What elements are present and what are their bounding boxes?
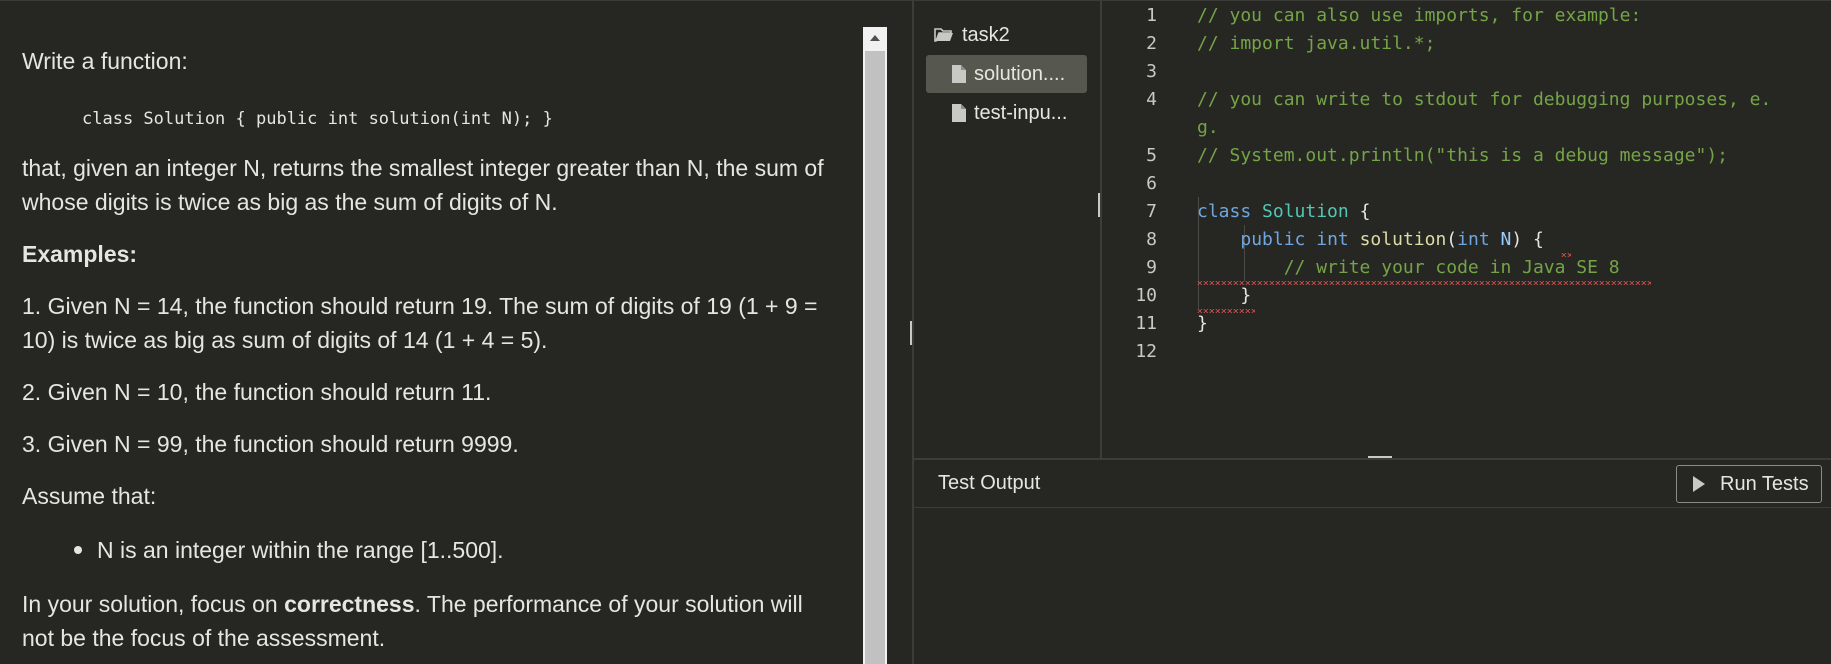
error-squiggle bbox=[1197, 281, 1651, 285]
bullet-point bbox=[74, 546, 82, 554]
assume-heading: Assume that: bbox=[22, 483, 157, 509]
play-icon bbox=[1693, 476, 1705, 492]
task-scrollbar[interactable] bbox=[863, 27, 887, 664]
code-token: solution bbox=[1359, 229, 1447, 250]
focus-suffix: . The performance of your solution will bbox=[414, 591, 803, 617]
line-number: 10 bbox=[1135, 285, 1157, 306]
code-token: int bbox=[1316, 229, 1349, 250]
file-icon bbox=[952, 104, 966, 122]
code-text: } bbox=[1197, 285, 1251, 306]
code-text: g. bbox=[1197, 117, 1219, 138]
line-number: 5 bbox=[1146, 145, 1157, 166]
test-output-title: Test Output bbox=[938, 472, 1041, 494]
focus-line1: In your solution, focus on correctness. … bbox=[22, 587, 803, 621]
code-line: 10 } bbox=[1102, 284, 1831, 312]
code-line: 5 // System.out.println("this is a debug… bbox=[1102, 144, 1831, 172]
example-1-line2: 10) is twice as big as sum of digits of … bbox=[22, 327, 548, 353]
code-token: ) { bbox=[1511, 229, 1544, 250]
code-token: ( bbox=[1446, 229, 1458, 250]
code-token: { bbox=[1359, 201, 1371, 222]
code-text: } bbox=[1197, 313, 1208, 334]
line-number: 6 bbox=[1146, 173, 1157, 194]
file-tree: task2 solution.... test-inpu... bbox=[914, 0, 1100, 458]
error-squiggle bbox=[1197, 309, 1255, 313]
code-text: // import java.util.*; bbox=[1197, 33, 1436, 54]
code-text: // you can write to stdout for debugging… bbox=[1197, 89, 1772, 110]
line-number: 12 bbox=[1135, 341, 1157, 362]
file-icon bbox=[952, 65, 966, 83]
arrow-up-icon bbox=[870, 35, 880, 41]
line-number: 9 bbox=[1146, 257, 1157, 278]
code-text: // System.out.println("this is a debug m… bbox=[1197, 145, 1729, 166]
code-token: public bbox=[1240, 229, 1306, 250]
tree-file-test-input[interactable]: test-inpu... bbox=[952, 97, 1067, 129]
code-text: // write your code in Java SE 8 bbox=[1197, 257, 1620, 278]
code-token: N bbox=[1500, 229, 1512, 250]
code-token: Solution bbox=[1262, 201, 1349, 222]
code-line: 12 bbox=[1102, 340, 1831, 368]
code-line: 3 bbox=[1102, 60, 1831, 88]
line-number: 4 bbox=[1146, 89, 1157, 110]
code-line-wrap: g. bbox=[1102, 116, 1831, 144]
function-signature: class Solution { public int solution(int… bbox=[82, 109, 553, 129]
file-label-solution: solution.... bbox=[974, 62, 1066, 85]
error-squiggle bbox=[1561, 253, 1571, 257]
code-text: class Solution { bbox=[1197, 201, 1370, 222]
task-intro: Write a function: bbox=[22, 48, 188, 74]
scroll-thumb[interactable] bbox=[865, 51, 885, 664]
line-number: 11 bbox=[1135, 313, 1157, 334]
task-description-pane: Write a function: class Solution { publi… bbox=[0, 0, 912, 664]
code-line: 4 // you can write to stdout for debuggi… bbox=[1102, 88, 1831, 116]
code-line: 1 // you can also use imports, for examp… bbox=[1102, 4, 1831, 32]
code-line: 11 } bbox=[1102, 312, 1831, 340]
assumption-1: N is an integer within the range [1..500… bbox=[97, 537, 504, 563]
code-editor[interactable]: 1 // you can also use imports, for examp… bbox=[1102, 0, 1831, 458]
code-line: 8 public int solution(int N) { bbox=[1102, 228, 1831, 256]
run-tests-button[interactable]: Run Tests bbox=[1676, 465, 1822, 503]
code-line: 2 // import java.util.*; bbox=[1102, 32, 1831, 60]
examples-heading: Examples: bbox=[22, 241, 138, 267]
scroll-up-button[interactable] bbox=[863, 27, 887, 49]
code-token: } bbox=[1240, 285, 1252, 306]
line-number: 7 bbox=[1146, 201, 1157, 222]
code-text: // you can also use imports, for example… bbox=[1197, 5, 1642, 26]
task-description-line2: whose digits is twice as big as the sum … bbox=[22, 189, 558, 215]
code-token: class bbox=[1197, 201, 1252, 222]
code-token: // write your code in Java SE 8 bbox=[1283, 257, 1620, 278]
tree-folder-task2[interactable]: task2 bbox=[934, 19, 1010, 51]
task-description-line1: that, given an integer N, returns the sm… bbox=[22, 155, 824, 181]
focus-line2: not be the focus of the assessment. bbox=[22, 625, 386, 651]
folder-open-icon bbox=[934, 28, 953, 42]
code-token: int bbox=[1457, 229, 1490, 250]
code-line: 9 // write your code in Java SE 8 bbox=[1102, 256, 1831, 284]
code-text: public int solution(int N) { bbox=[1197, 229, 1544, 250]
test-output-body bbox=[914, 508, 1831, 664]
run-tests-label: Run Tests bbox=[1720, 472, 1809, 495]
code-line: 6 bbox=[1102, 172, 1831, 200]
line-number: 3 bbox=[1146, 61, 1157, 82]
line-number: 1 bbox=[1146, 5, 1157, 26]
focus-prefix: In your solution, focus on bbox=[22, 591, 285, 617]
line-number: 8 bbox=[1146, 229, 1157, 250]
file-label-test-input: test-inpu... bbox=[974, 101, 1068, 124]
code-line: 7 class Solution { bbox=[1102, 200, 1831, 228]
line-number: 2 bbox=[1146, 33, 1157, 54]
example-3: 3. Given N = 99, the function should ret… bbox=[22, 431, 519, 457]
focus-bold: correctness bbox=[284, 591, 415, 617]
test-output-header: Test Output Run Tests bbox=[914, 460, 1831, 508]
folder-label: task2 bbox=[962, 23, 1010, 46]
tree-file-solution[interactable]: solution.... bbox=[926, 55, 1087, 93]
example-1-line1: 1. Given N = 14, the function should ret… bbox=[22, 293, 818, 319]
example-2: 2. Given N = 10, the function should ret… bbox=[22, 379, 492, 405]
